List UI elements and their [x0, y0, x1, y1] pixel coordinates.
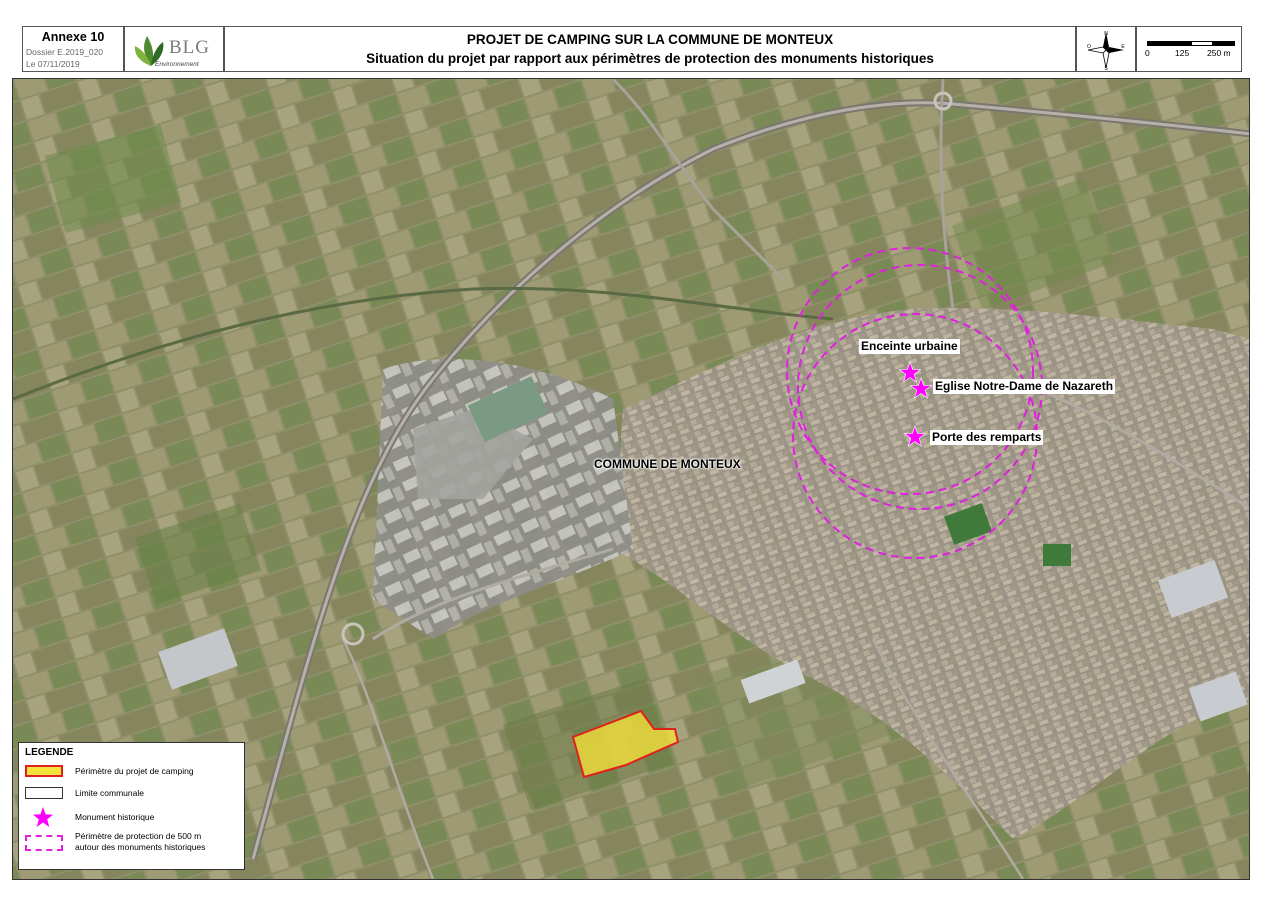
label-porte-des-remparts: Porte des remparts	[930, 430, 1044, 445]
map-subtitle: Situation du projet par rapport aux péri…	[366, 51, 934, 66]
svg-text:O: O	[1087, 44, 1091, 50]
legend-label-protection-2: autour des monuments historiques	[75, 842, 206, 852]
scale-label-0: 0	[1145, 48, 1150, 58]
scale-box: 0 125 250 m	[1136, 26, 1242, 72]
scale-label-125: 125	[1175, 48, 1190, 58]
legend-label-project: Périmètre du projet de camping	[75, 766, 194, 776]
logo-text: BLG	[169, 37, 210, 58]
legend-label-communal: Limite communale	[75, 788, 144, 798]
communal-limit-swatch-icon	[25, 787, 63, 799]
label-enceinte-urbaine: Enceinte urbaine	[859, 339, 960, 354]
svg-text:E: E	[1121, 44, 1125, 50]
legend-item-project: Périmètre du projet de camping	[25, 763, 243, 781]
annexe-label: Annexe 10	[41, 30, 105, 44]
legend-item-protection: Périmètre de protection de 500 m autour …	[25, 831, 243, 857]
legend-title: LEGENDE	[25, 747, 74, 758]
legend-item-monument: Monument historique	[25, 807, 243, 827]
header-info-box: Annexe 10 Dossier E.2019_020 Le 07/11/20…	[22, 26, 124, 72]
svg-text:S: S	[1104, 66, 1108, 71]
title-box: PROJET DE CAMPING SUR LA COMMUNE DE MONT…	[224, 26, 1076, 72]
monument-star-icon	[33, 807, 53, 827]
protection-swatch-icon	[25, 835, 63, 851]
dossier-label: Dossier E.2019_020	[26, 47, 104, 57]
label-commune-de-monteux: COMMUNE DE MONTEUX	[594, 457, 741, 471]
svg-text:N: N	[1104, 31, 1108, 37]
map-title: PROJET DE CAMPING SUR LA COMMUNE DE MONT…	[466, 32, 834, 47]
legend-label-protection-1: Périmètre de protection de 500 m	[75, 831, 202, 841]
scale-bar	[1147, 41, 1235, 46]
legend-item-communal: Limite communale	[25, 785, 243, 803]
logo-subtext: Environnement	[155, 61, 199, 68]
compass-box: N S O E	[1076, 26, 1136, 72]
scale-label-250: 250 m	[1207, 48, 1231, 58]
date-label: Le 07/11/2019	[26, 59, 80, 69]
map-legend: LEGENDE Périmètre du projet de camping L…	[18, 742, 245, 870]
logo-box: BLG Environnement	[124, 26, 224, 72]
legend-label-monument: Monument historique	[75, 812, 155, 822]
compass-rose-icon: N S O E	[1087, 31, 1125, 71]
label-eglise-notre-dame: Eglise Notre-Dame de Nazareth	[933, 379, 1116, 394]
project-swatch-icon	[25, 765, 63, 777]
